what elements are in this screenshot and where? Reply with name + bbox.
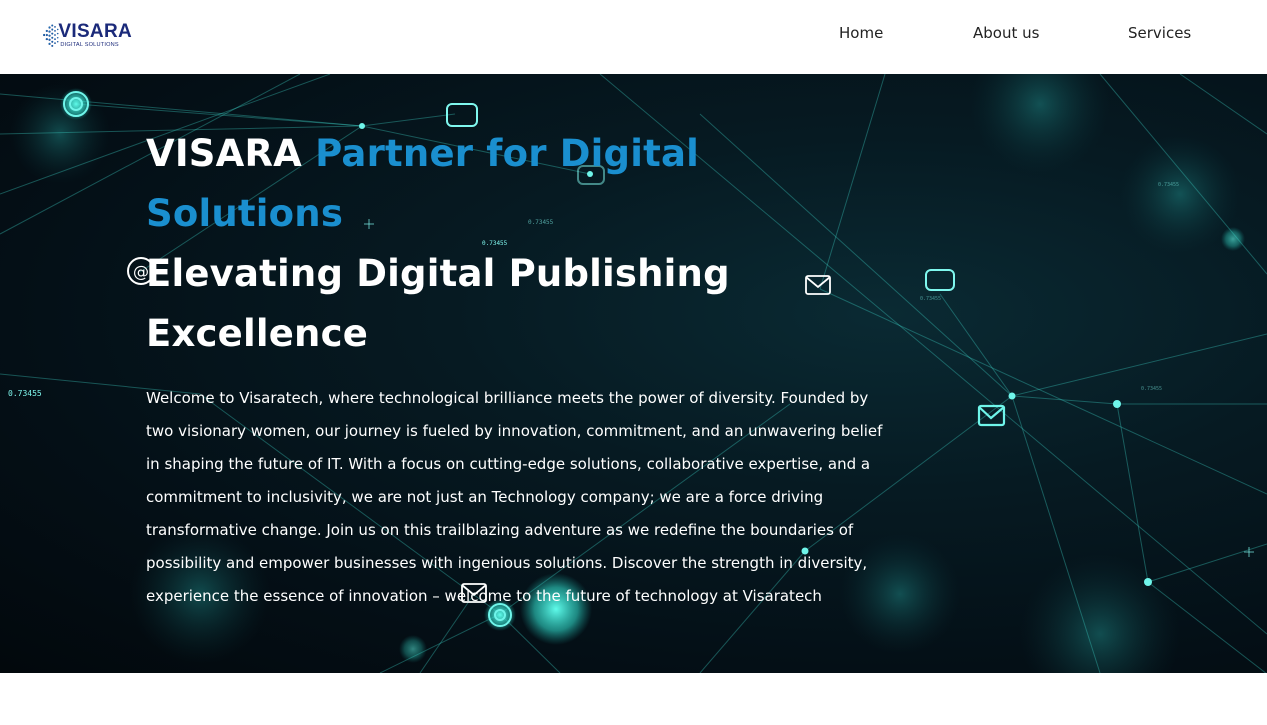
hero-section: @ 0.73455 0.73455 0.73455 0.73455 0.7345… — [0, 74, 1267, 673]
page-below-fold — [0, 673, 1267, 725]
hero-headline: VISARA Partner for Digital Solutions Ele… — [146, 124, 896, 364]
mail-icon — [977, 404, 1006, 427]
bg-label: 0.73455 — [8, 389, 42, 398]
bg-label: 0.73455 — [1141, 386, 1162, 392]
nav-link-about-us[interactable]: About us — [973, 24, 1039, 42]
bg-label: 0.73455 — [1158, 182, 1179, 188]
headline-brand: VISARA — [146, 132, 303, 175]
headline-rest: Elevating Digital Publishing Excellence — [146, 252, 730, 355]
hero-intro-paragraph: Welcome to Visaratech, where technologic… — [146, 389, 883, 605]
logo-text: VISARA DIGITAL SOLUTIONS — [58, 22, 132, 49]
bg-label: 0.73455 — [920, 296, 941, 302]
nav-link-home[interactable]: Home — [839, 24, 883, 42]
site-header: VISARA DIGITAL SOLUTIONS Home About us S… — [0, 0, 1267, 74]
nav-link-services[interactable]: Services — [1128, 24, 1191, 42]
logo-tagline: DIGITAL SOLUTIONS — [60, 41, 119, 48]
visara-logo[interactable]: VISARA DIGITAL SOLUTIONS — [40, 14, 132, 56]
globe-logo-icon — [42, 24, 59, 47]
hero-content: VISARA Partner for Digital Solutions Ele… — [146, 124, 896, 613]
logo-word: VISARA — [58, 20, 132, 42]
